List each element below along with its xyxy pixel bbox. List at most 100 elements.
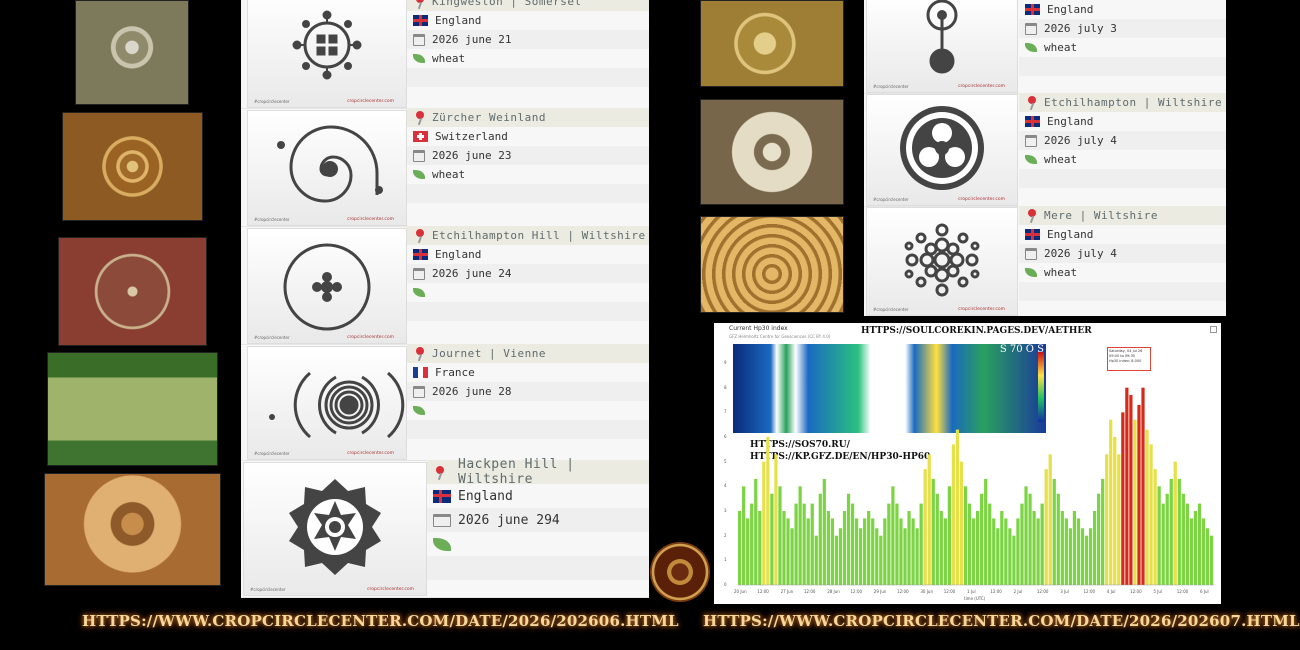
formation-thumbnail[interactable]: #cropcirclecenter cropcirclecenter.com: [866, 207, 1018, 316]
hp30-bar: [818, 493, 822, 585]
june-archive-link[interactable]: HTTPS://WWW.CROPCIRCLECENTER.COM/DATE/20…: [82, 612, 679, 630]
formation-entry[interactable]: #cropcirclecenter cropcirclecenter.com E…: [241, 226, 649, 345]
hp30-bar: [774, 454, 778, 585]
hp30-bar: [1161, 503, 1165, 585]
formation-country: England: [435, 248, 482, 261]
hp30-bar: [1201, 518, 1206, 585]
thumb-brand-label: #cropcirclecenter: [254, 99, 290, 104]
formation-title[interactable]: Kingweston | Somerset: [432, 0, 582, 8]
aerial-photo-mere[interactable]: [700, 216, 844, 313]
pin-icon: [413, 228, 425, 243]
hp30-bar: [959, 461, 964, 585]
x-tick-label: 28 Jun: [827, 589, 840, 594]
uk-flag-icon: [413, 249, 428, 260]
thumb-site-label: cropcirclecenter.com: [958, 307, 1005, 312]
hp30-bar: [947, 486, 951, 585]
formation-title[interactable]: Hackpen Hill | Wiltshire: [458, 457, 649, 487]
thumb-brand-label: #cropcirclecenter: [873, 197, 909, 202]
leaf-icon: [413, 288, 425, 297]
hp30-bar: [1189, 518, 1194, 585]
hp30-bar: [1193, 511, 1198, 585]
formation-entry[interactable]: #cropcirclecenter cropcirclecenter.com J…: [241, 344, 649, 461]
hp30-bar: [1129, 395, 1133, 585]
formation-title[interactable]: Journet | Vienne: [432, 347, 546, 360]
hp30-bar: [1101, 478, 1105, 585]
thumb-site-label: cropcirclecenter.com: [347, 99, 394, 104]
formation-thumbnail[interactable]: #cropcirclecenter cropcirclecenter.com: [247, 110, 407, 226]
key-formation-icon: [926, 0, 958, 74]
hp30-bar: [988, 503, 992, 585]
formation-date: 2026 june 294: [458, 512, 560, 528]
x-tick-label: 12:00: [757, 589, 769, 594]
formation-thumbnail[interactable]: #cropcirclecenter cropcirclecenter.com: [243, 462, 427, 596]
formation-thumbnail[interactable]: #cropcirclecenter cropcirclecenter.com: [247, 346, 407, 460]
x-tick-label: 12:00: [897, 589, 909, 594]
calendar-icon: [1025, 134, 1037, 147]
hp30-bar: [1137, 404, 1141, 585]
x-tick-label: 2 Jul: [1013, 589, 1023, 594]
formation-entry[interactable]: #cropcirclecenter cropcirclecenter.com K…: [241, 0, 649, 109]
x-tick-label: 1 Jul: [967, 589, 976, 594]
hp30-bar: [798, 486, 802, 585]
formation-date: 2026 june 21: [432, 33, 512, 46]
hp30-bar: [1040, 503, 1044, 585]
thumb-site-label: cropcirclecenter.com: [367, 587, 414, 592]
uk-flag-icon: [1025, 116, 1040, 127]
formation-crop: wheat: [1044, 153, 1078, 166]
aerial-photo-zurcher-weinland[interactable]: [62, 112, 203, 221]
hp30-bar: [1084, 535, 1089, 585]
hp30-bar: [1121, 412, 1125, 585]
july-archive-link[interactable]: HTTPS://WWW.CROPCIRCLECENTER.COM/DATE/20…: [703, 612, 1300, 630]
hp30-bar: [1173, 461, 1177, 585]
hp30-bar: [1125, 387, 1129, 585]
formation-thumbnail[interactable]: #cropcirclecenter cropcirclecenter.com: [866, 94, 1018, 206]
hp30-bar: [939, 511, 943, 585]
formation-crop: wheat: [1044, 41, 1078, 54]
formation-title[interactable]: Mere | Wiltshire: [1044, 209, 1158, 222]
hp30-bar: [911, 518, 915, 585]
pin-icon: [1025, 208, 1037, 223]
x-tick-label: 12:00: [803, 589, 816, 594]
y-tick-label: 2: [724, 532, 727, 538]
hp30-bar: [738, 511, 742, 585]
y-tick-label: 8: [724, 384, 727, 390]
hp30-bar: [927, 454, 931, 585]
formation-thumbnail[interactable]: #cropcirclecenter cropcirclecenter.com: [247, 228, 407, 344]
hp30-bar: [830, 518, 835, 585]
y-tick-label: 6: [724, 434, 727, 439]
formation-entry[interactable]: #cropcirclecenter cropcirclecenter.com Z…: [241, 108, 649, 227]
flower-dots-formation-icon: [292, 10, 362, 80]
hp30-bar: [1205, 528, 1210, 585]
x-axis-title: time (UTC): [964, 596, 986, 601]
formation-title[interactable]: Etchilhampton Hill | Wiltshire: [432, 229, 646, 242]
hp30-bar: [931, 478, 935, 585]
hp30-bar: [971, 518, 976, 585]
formation-thumbnail[interactable]: #cropcirclecenter cropcirclecenter.com: [866, 0, 1018, 93]
aerial-photo-etchilhampton[interactable]: [700, 99, 844, 205]
hp30-bar: [1185, 503, 1189, 585]
formation-entry[interactable]: #cropcirclecenter cropcirclecenter.com E…: [864, 93, 1226, 207]
aerial-photo-journet[interactable]: [47, 352, 218, 466]
aerial-photo-etchilhampton-hill[interactable]: [58, 237, 207, 346]
hp30-bar: [1157, 486, 1161, 585]
formation-entry[interactable]: #cropcirclecenter cropcirclecenter.com E…: [864, 0, 1226, 94]
hp30-bar: [1105, 454, 1109, 585]
hp30-bar: [1097, 493, 1101, 585]
formation-entry[interactable]: #cropcirclecenter cropcirclecenter.com H…: [241, 457, 649, 598]
y-tick-label: 4: [724, 483, 727, 489]
aerial-photo-july-3[interactable]: [700, 0, 844, 87]
aerial-photo-kingweston[interactable]: [75, 0, 189, 105]
thumb-site-label: cropcirclecenter.com: [347, 335, 394, 340]
pin-icon: [1025, 95, 1037, 110]
hp30-bar: [1004, 518, 1008, 585]
formation-title[interactable]: Zürcher Weinland: [432, 111, 546, 124]
aerial-photo-hackpen-hill[interactable]: [44, 473, 221, 586]
hp30-bar: [1008, 528, 1012, 585]
hp30-index-chart[interactable]: Current Hp30 index GFZ Helmholtz Centre …: [714, 323, 1221, 604]
leaf-icon: [413, 406, 425, 415]
hp30-bar: [923, 469, 927, 585]
formation-entry[interactable]: #cropcirclecenter cropcirclecenter.com M…: [864, 206, 1226, 316]
formation-title[interactable]: Etchilhampton | Wiltshire: [1044, 96, 1222, 109]
hp30-bar: [1113, 437, 1117, 585]
formation-thumbnail[interactable]: #cropcirclecenter cropcirclecenter.com: [247, 0, 407, 108]
